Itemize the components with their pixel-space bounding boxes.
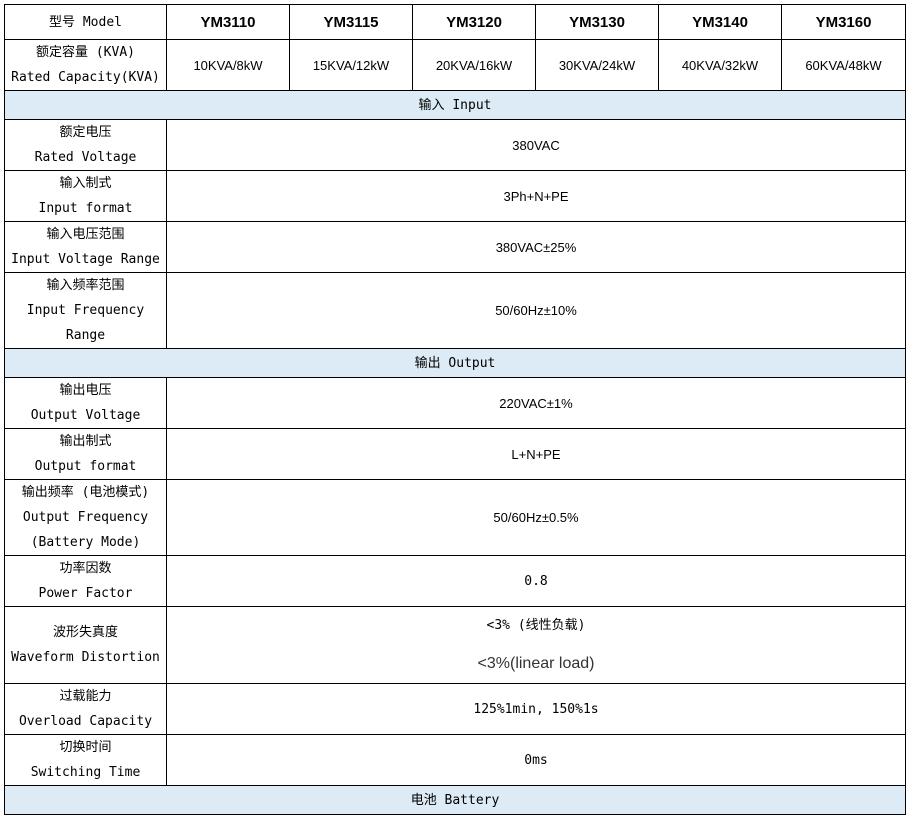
label-en: Output Frequency xyxy=(22,510,149,525)
capacity-value: 10KVA/8kW xyxy=(166,39,290,91)
label-en: Input Voltage Range xyxy=(11,252,160,267)
spec-row: 输出频率 (电池模式) Output Frequency (Battery Mo… xyxy=(4,479,906,556)
label-cn: 功率因数 xyxy=(59,561,112,576)
label-en: Output Voltage xyxy=(30,408,141,423)
row-value: 50/60Hz±0.5% xyxy=(166,479,906,556)
row-label: 波形失真度 Waveform Distortion xyxy=(4,606,167,684)
spec-row: 输入频率范围 Input Frequency Range 50/60Hz±10% xyxy=(4,272,906,349)
row-label: 输入电压范围 Input Voltage Range xyxy=(4,221,167,273)
spec-row: 输出电压 Output Voltage 220VAC±1% xyxy=(4,377,906,429)
label-cn: 输入频率范围 xyxy=(46,278,125,293)
label-en-cont: Range xyxy=(65,328,106,343)
label-cn: 输出频率 (电池模式) xyxy=(21,485,150,500)
row-value: 0ms xyxy=(166,734,906,786)
model-name: YM3130 xyxy=(535,4,659,40)
label-en: Rated Voltage xyxy=(34,150,137,165)
row-label: 输出频率 (电池模式) Output Frequency (Battery Mo… xyxy=(4,479,167,556)
row-label: 切换时间 Switching Time xyxy=(4,734,167,786)
row-value: L+N+PE xyxy=(166,428,906,480)
section-output-row: 输出 Output xyxy=(4,348,906,378)
row-label: 输入频率范围 Input Frequency Range xyxy=(4,272,167,349)
row-value: <3% (线性负载) <3%(linear load) xyxy=(166,606,906,684)
model-header-row: 型号 Model YM3110 YM3115 YM3120 YM3130 YM3… xyxy=(4,4,906,40)
section-title-input: 输入 Input xyxy=(4,90,906,120)
label-en: Output format xyxy=(34,459,137,474)
section-title-battery: 电池 Battery xyxy=(4,785,906,815)
row-label: 额定电压 Rated Voltage xyxy=(4,119,167,171)
section-battery-row: 电池 Battery xyxy=(4,785,906,815)
capacity-value: 60KVA/48kW xyxy=(781,39,906,91)
row-value: 125%1min, 150%1s xyxy=(166,683,906,735)
spec-row: 输入电压范围 Input Voltage Range 380VAC±25% xyxy=(4,221,906,273)
model-name: YM3140 xyxy=(658,4,782,40)
label-cn: 额定容量 (KVA) xyxy=(36,45,135,60)
spec-row: 切换时间 Switching Time 0ms xyxy=(4,734,906,786)
spec-row: 输入制式 Input format 3Ph+N+PE xyxy=(4,170,906,222)
section-title-output: 输出 Output xyxy=(4,348,906,378)
label-cn: 输入制式 xyxy=(59,176,112,191)
value-line-en: <3%(linear load) xyxy=(477,655,595,672)
label-en: Input Frequency xyxy=(26,303,145,318)
model-name: YM3160 xyxy=(781,4,906,40)
spec-table: 型号 Model YM3110 YM3115 YM3120 YM3130 YM3… xyxy=(4,4,906,815)
label-en: Rated Capacity(KVA) xyxy=(11,70,160,85)
label-cn: 切换时间 xyxy=(59,740,112,755)
row-value: 380VAC xyxy=(166,119,906,171)
model-name: YM3115 xyxy=(289,4,413,40)
section-input-row: 输入 Input xyxy=(4,90,906,120)
row-label: 功率因数 Power Factor xyxy=(4,555,167,607)
model-name: YM3120 xyxy=(412,4,536,40)
spec-row: 过载能力 Overload Capacity 125%1min, 150%1s xyxy=(4,683,906,735)
row-value: 0.8 xyxy=(166,555,906,607)
label-cn: 波形失真度 xyxy=(52,625,118,640)
row-value: 380VAC±25% xyxy=(166,221,906,273)
label-cn: 输出电压 xyxy=(59,383,112,398)
row-label: 过载能力 Overload Capacity xyxy=(4,683,167,735)
label-cn: 输出制式 xyxy=(59,434,112,449)
model-label: 型号 Model xyxy=(4,4,167,40)
value-line-cn: <3% (线性负载) xyxy=(486,618,586,633)
row-value: 220VAC±1% xyxy=(166,377,906,429)
label-en: Waveform Distortion xyxy=(11,650,160,665)
capacity-value: 15KVA/12kW xyxy=(289,39,413,91)
label-en-cont: (Battery Mode) xyxy=(30,535,141,550)
row-label: 输出电压 Output Voltage xyxy=(4,377,167,429)
label-en: Overload Capacity xyxy=(18,714,153,729)
label-cn: 输入电压范围 xyxy=(46,227,125,242)
row-label: 输出制式 Output format xyxy=(4,428,167,480)
model-name: YM3110 xyxy=(166,4,290,40)
label-cn: 额定电压 xyxy=(59,125,112,140)
spec-row: 波形失真度 Waveform Distortion <3% (线性负载) <3%… xyxy=(4,606,906,684)
label-en: Input format xyxy=(38,201,133,216)
spec-row: 功率因数 Power Factor 0.8 xyxy=(4,555,906,607)
row-label: 输入制式 Input format xyxy=(4,170,167,222)
label-en: Switching Time xyxy=(30,765,141,780)
spec-row: 输出制式 Output format L+N+PE xyxy=(4,428,906,480)
row-value: 50/60Hz±10% xyxy=(166,272,906,349)
label-cn: 过载能力 xyxy=(59,689,112,704)
capacity-value: 40KVA/32kW xyxy=(658,39,782,91)
capacity-row: 额定容量 (KVA) Rated Capacity(KVA) 10KVA/8kW… xyxy=(4,39,906,91)
label-en: Power Factor xyxy=(38,586,133,601)
capacity-value: 20KVA/16kW xyxy=(412,39,536,91)
row-value: 3Ph+N+PE xyxy=(166,170,906,222)
capacity-label: 额定容量 (KVA) Rated Capacity(KVA) xyxy=(4,39,167,91)
capacity-value: 30KVA/24kW xyxy=(535,39,659,91)
spec-row: 额定电压 Rated Voltage 380VAC xyxy=(4,119,906,171)
